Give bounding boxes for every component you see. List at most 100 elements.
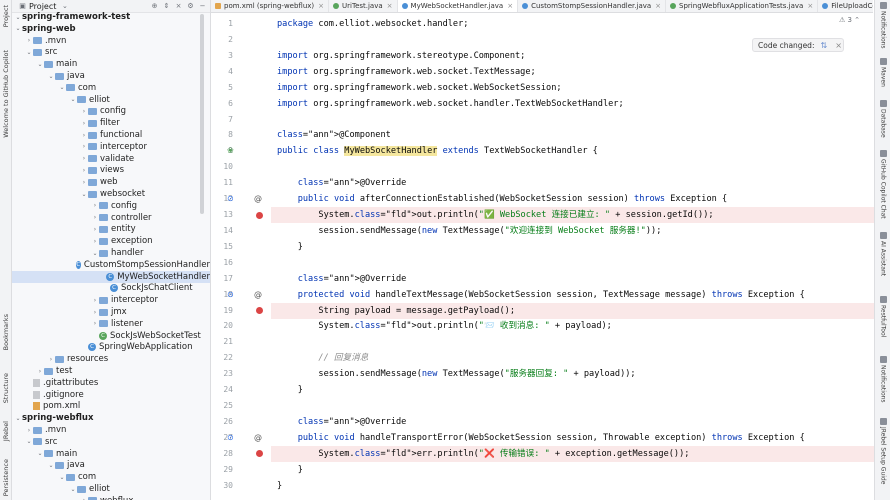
chevron-down-icon[interactable]: ⌄ [36, 61, 44, 68]
close-icon[interactable]: × [175, 2, 182, 10]
code-line[interactable]: } [271, 462, 874, 478]
code-line[interactable]: public void afterConnectionEstablished(W… [271, 191, 874, 207]
chevron-right-icon[interactable]: › [25, 427, 33, 434]
code-line[interactable]: public void handleTransportError(WebSock… [271, 430, 874, 446]
tree-item[interactable]: › config [12, 105, 210, 117]
tree-item[interactable]: ⌄ spring-framework-test [12, 11, 210, 23]
chevron-right-icon[interactable]: › [91, 214, 99, 221]
chevron-down-icon[interactable]: ⌄ [61, 2, 68, 10]
tree-item[interactable]: ⌄ spring-web [12, 23, 210, 35]
tree-item[interactable]: ⌄ handler [12, 247, 210, 259]
chevron-down-icon[interactable]: ⌄ [25, 49, 33, 56]
chevron-right-icon[interactable]: › [80, 120, 88, 127]
tree-item[interactable]: C MyWebSocketHandler [12, 270, 210, 283]
chevron-down-icon[interactable]: ⌄ [47, 73, 55, 80]
tree-item[interactable]: .gitignore [12, 389, 210, 401]
chevron-down-icon[interactable]: ⌄ [25, 438, 33, 445]
tree-item[interactable]: › filter [12, 117, 210, 129]
reload-icon[interactable]: ⇅ [820, 41, 827, 50]
editor-tab[interactable]: CustomStompSessionHandler.java × [518, 0, 667, 12]
chevron-right-icon[interactable]: › [80, 155, 88, 162]
code-line[interactable]: class="ann">@Component [271, 127, 874, 143]
tool-tab-jrebel-setup[interactable]: JRebel Setup Guide [877, 418, 889, 484]
tool-tab-notifications-top[interactable]: Notifications [877, 2, 889, 49]
code-line[interactable]: import org.springframework.web.socket.ha… [271, 96, 874, 112]
chevron-right-icon[interactable]: › [91, 226, 99, 233]
tree-item[interactable]: C SockJsWebSocketTest [12, 330, 210, 342]
close-tab-icon[interactable]: × [387, 2, 393, 10]
code-line[interactable] [271, 334, 874, 350]
tree-item[interactable]: ⌄ websocket [12, 188, 210, 200]
chevron-right-icon[interactable]: › [91, 238, 99, 245]
tree-item[interactable]: ⌄ com [12, 82, 210, 94]
code-line[interactable]: session.sendMessage(new TextMessage("服务器… [271, 366, 874, 382]
editor-tab[interactable]: FileUploadControl× [818, 0, 873, 12]
tree-item[interactable]: › .mvn [12, 424, 210, 436]
code-line[interactable]: class="ann">@Override [271, 271, 874, 287]
annotation-marker-icon[interactable]: @ [254, 433, 262, 442]
chevron-right-icon[interactable]: › [47, 356, 55, 363]
close-tab-icon[interactable]: × [318, 2, 324, 10]
locate-icon[interactable]: ⊕ [151, 2, 158, 10]
chevron-down-icon[interactable]: ⌄ [69, 486, 77, 493]
tree-item[interactable]: › listener [12, 318, 210, 330]
tree-item[interactable]: ›webflux [12, 495, 210, 500]
project-panel-title[interactable]: Project [29, 2, 56, 11]
tree-item[interactable]: › functional [12, 129, 210, 141]
tree-item[interactable]: › .mvn [12, 35, 210, 47]
annotation-marker-icon[interactable]: @ [254, 194, 262, 203]
chevron-right-icon[interactable]: › [80, 179, 88, 186]
code-line[interactable]: } [271, 382, 874, 398]
chevron-down-icon[interactable]: ⌄ [47, 462, 55, 469]
tree-item[interactable]: ⌄ elliot [12, 483, 210, 495]
tool-tab-copilot-welcome[interactable]: Welcome to GitHub Copilot [0, 44, 11, 144]
tool-tab-restfultool[interactable]: RestfulTool [877, 296, 889, 337]
chevron-down-icon[interactable]: ⌄ [58, 474, 66, 481]
override-method-icon[interactable]: ⊙ [227, 194, 234, 203]
tree-item[interactable]: ⌄ src [12, 436, 210, 448]
chevron-down-icon[interactable]: ⌄ [80, 191, 88, 198]
chevron-right-icon[interactable]: › [91, 309, 99, 316]
tool-tab-bookmarks[interactable]: Bookmarks [0, 310, 11, 355]
code-line[interactable]: session.sendMessage(new TextMessage("欢迎连… [271, 223, 874, 239]
code-line[interactable]: class="ann">@Override [271, 414, 874, 430]
code-line[interactable]: System.class="fld">err.println("❌ 传输错误: … [271, 445, 874, 462]
breakpoint-icon[interactable] [256, 450, 263, 458]
tree-item[interactable]: ⌄ spring-webflux [12, 412, 210, 424]
tree-item[interactable]: pom.xml [12, 400, 210, 412]
code-line[interactable]: package com.elliot.websocket.handler; [271, 16, 874, 32]
tree-item[interactable]: › interceptor [12, 141, 210, 153]
code-line[interactable]: protected void handleTextMessage(WebSock… [271, 287, 874, 303]
code-line[interactable] [271, 255, 874, 271]
tree-item[interactable]: .gitattributes [12, 377, 210, 389]
chevron-down-icon[interactable]: ⌄ [36, 450, 44, 457]
tree-item[interactable]: ⌄ main [12, 58, 210, 70]
close-icon[interactable]: × [835, 41, 842, 50]
code-line[interactable]: // 回复消息 [271, 350, 874, 366]
tool-tab-project[interactable]: Project [0, 2, 11, 30]
close-tab-icon[interactable]: × [507, 2, 513, 10]
annotation-marker-icon[interactable]: @ [254, 290, 262, 299]
tree-item[interactable]: › validate [12, 153, 210, 165]
project-scrollbar[interactable] [200, 14, 204, 214]
close-tab-icon[interactable]: × [655, 2, 661, 10]
minimize-icon[interactable]: − [199, 2, 206, 10]
close-tab-icon[interactable]: × [807, 2, 813, 10]
code-editor[interactable]: package com.elliot.websocket.handler; imp… [271, 13, 874, 500]
chevron-right-icon[interactable]: › [80, 132, 88, 139]
tree-item[interactable]: › resources [12, 353, 210, 365]
code-line[interactable] [271, 159, 874, 175]
code-line[interactable]: import org.springframework.web.socket.Te… [271, 64, 874, 80]
code-line[interactable] [271, 398, 874, 414]
override-method-icon[interactable]: ⊙ [227, 290, 234, 299]
code-line[interactable]: System.class="fld">out.println("✅ WebSoc… [271, 207, 874, 224]
tool-tab-maven[interactable]: Maven [877, 58, 889, 87]
tree-item[interactable]: C SpringWebApplication [12, 341, 210, 353]
tree-item[interactable]: ⌄ java [12, 70, 210, 82]
chevron-right-icon[interactable]: › [91, 202, 99, 209]
chevron-right-icon[interactable]: › [80, 143, 88, 150]
code-line[interactable]: String payload = message.getPayload(); [271, 302, 874, 319]
code-line[interactable]: } [271, 239, 874, 255]
code-line[interactable]: System.class="fld">out.println("📨 收到消息: … [271, 318, 874, 334]
tree-item[interactable]: ⌄ elliot [12, 94, 210, 106]
